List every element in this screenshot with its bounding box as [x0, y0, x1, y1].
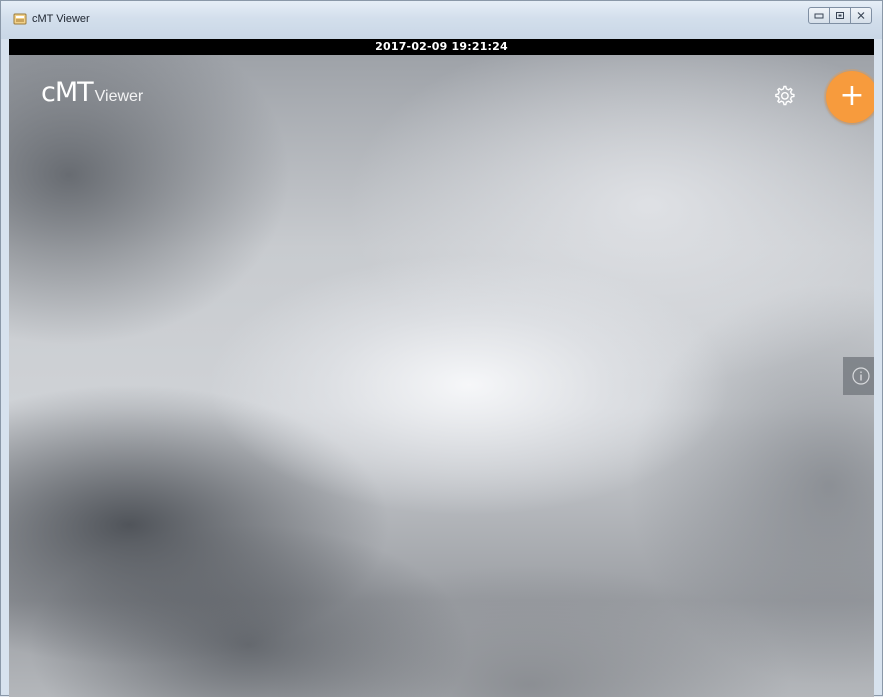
logo-sub-text: Viewer	[94, 88, 144, 105]
title-bar[interactable]: cMT Viewer	[1, 1, 882, 39]
info-button[interactable]	[843, 357, 874, 395]
datetime-bar: 2017-02-09 19:21:24	[9, 39, 874, 55]
minimize-button[interactable]	[808, 7, 830, 24]
window-controls	[808, 7, 872, 24]
maximize-button[interactable]	[829, 7, 851, 24]
info-icon	[852, 367, 870, 385]
add-button[interactable]: +	[826, 71, 874, 123]
maximize-icon	[836, 12, 844, 19]
gear-icon	[775, 85, 795, 106]
datetime-text: 2017-02-09 19:21:24	[375, 40, 508, 53]
app-icon	[13, 13, 27, 25]
minimize-icon	[814, 13, 824, 18]
logo-main-text: cMT	[41, 77, 94, 108]
main-content: cMT Viewer +	[9, 55, 874, 697]
window-title: cMT Viewer	[32, 13, 90, 25]
close-icon	[857, 12, 865, 19]
close-button[interactable]	[850, 7, 872, 24]
settings-button[interactable]	[771, 83, 797, 109]
app-window: cMT Viewer 2017-02-09 19:21:24 cMT Viewe…	[0, 0, 883, 697]
app-logo: cMT Viewer	[41, 77, 144, 108]
